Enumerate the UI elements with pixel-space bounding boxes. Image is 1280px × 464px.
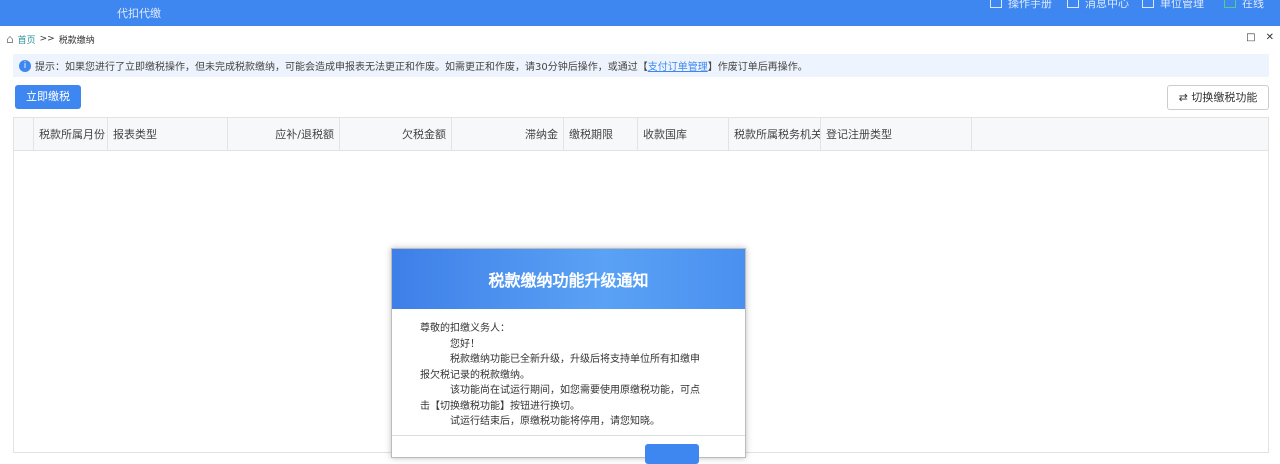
tip-suffix: 】作废订单后再操作。 (707, 62, 808, 73)
home-icon: ⌂ (6, 32, 14, 46)
column-header[interactable]: 缴税期限 (564, 118, 638, 150)
close-icon[interactable]: ✕ (1266, 32, 1274, 43)
manual-icon (990, 0, 1002, 8)
nav-manual[interactable]: 操作手册 (990, 0, 1052, 11)
top-bar: 代扣代缴 操作手册 消息中心 单位管理 在线 (0, 0, 1280, 26)
checkbox-column (14, 118, 34, 150)
body-line: 您好！ (450, 338, 480, 350)
switch-tax-function-button[interactable]: ⇄ 切换缴税功能 (1167, 85, 1269, 110)
column-header[interactable]: 税款所属月份 (34, 118, 108, 150)
unit-icon (1142, 0, 1154, 8)
body-line: 税款缴纳功能已全新升级，升级后将支持单位所有扣缴申报欠税记录的税款缴纳。 (420, 354, 700, 381)
tip-bar: i 提示：如果您进行了立即缴税操作，但未完成税款缴纳，可能会造成申报表无法更正和… (13, 54, 1269, 77)
dialog-confirm-button[interactable] (645, 444, 699, 464)
dialog-title: 税款缴纳功能升级通知 (392, 249, 745, 309)
greeting: 尊敬的扣缴义务人： (420, 323, 510, 334)
maximize-icon[interactable]: □ (1246, 32, 1255, 43)
info-icon: i (19, 59, 31, 72)
filler-column (972, 118, 1268, 150)
column-header[interactable]: 收款国库 (638, 118, 729, 150)
payment-order-link[interactable]: 支付订单管理 (648, 58, 708, 73)
nav-online[interactable]: 在线 (1224, 0, 1264, 11)
breadcrumb-separator: >> (39, 34, 55, 44)
online-icon (1224, 0, 1236, 8)
message-icon (1067, 0, 1079, 8)
column-header[interactable]: 报表类型 (108, 118, 228, 150)
nav-label: 操作手册 (1008, 0, 1052, 10)
nav-label: 在线 (1242, 0, 1264, 10)
body-line: 该功能尚在试运行期间，如您需要使用原缴税功能，可点击【切换缴税功能】按钮进行换切… (420, 385, 700, 412)
nav-label: 单位管理 (1160, 0, 1204, 10)
tip-text: 提示：如果您进行了立即缴税操作，但未完成税款缴纳，可能会造成申报表无法更正和作废… (35, 62, 648, 73)
body-line: 试运行结束后，原缴税功能将停用，请您知晓。 (450, 416, 660, 427)
dialog-body: 尊敬的扣缴义务人： 您好！ 税款缴纳功能已全新升级，升级后将支持单位所有扣缴申报… (392, 309, 745, 436)
column-header[interactable]: 税款所属税务机关 (729, 118, 821, 150)
table-header: 税款所属月份 报表类型 应补/退税额 欠税金额 滞纳金 缴税期限 收款国库 税款… (14, 118, 1268, 151)
breadcrumb: ⌂ 首页 >> 税款缴纳 (6, 32, 95, 46)
column-header[interactable]: 滞纳金 (452, 118, 564, 150)
column-header[interactable]: 登记注册类型 (821, 118, 972, 150)
column-header[interactable]: 欠税金额 (340, 118, 452, 150)
column-header[interactable]: 应补/退税额 (228, 118, 340, 150)
breadcrumb-home[interactable]: 首页 (18, 33, 36, 46)
pay-now-button[interactable]: 立即缴税 (15, 85, 81, 109)
upgrade-notice-dialog: 税款缴纳功能升级通知 尊敬的扣缴义务人： 您好！ 税款缴纳功能已全新升级，升级后… (391, 248, 746, 464)
nav-label: 消息中心 (1085, 0, 1129, 10)
breadcrumb-current: 税款缴纳 (58, 35, 95, 46)
nav-messages[interactable]: 消息中心 (1067, 0, 1129, 11)
nav-unit[interactable]: 单位管理 (1142, 0, 1204, 11)
module-title: 代扣代缴 (117, 7, 161, 20)
